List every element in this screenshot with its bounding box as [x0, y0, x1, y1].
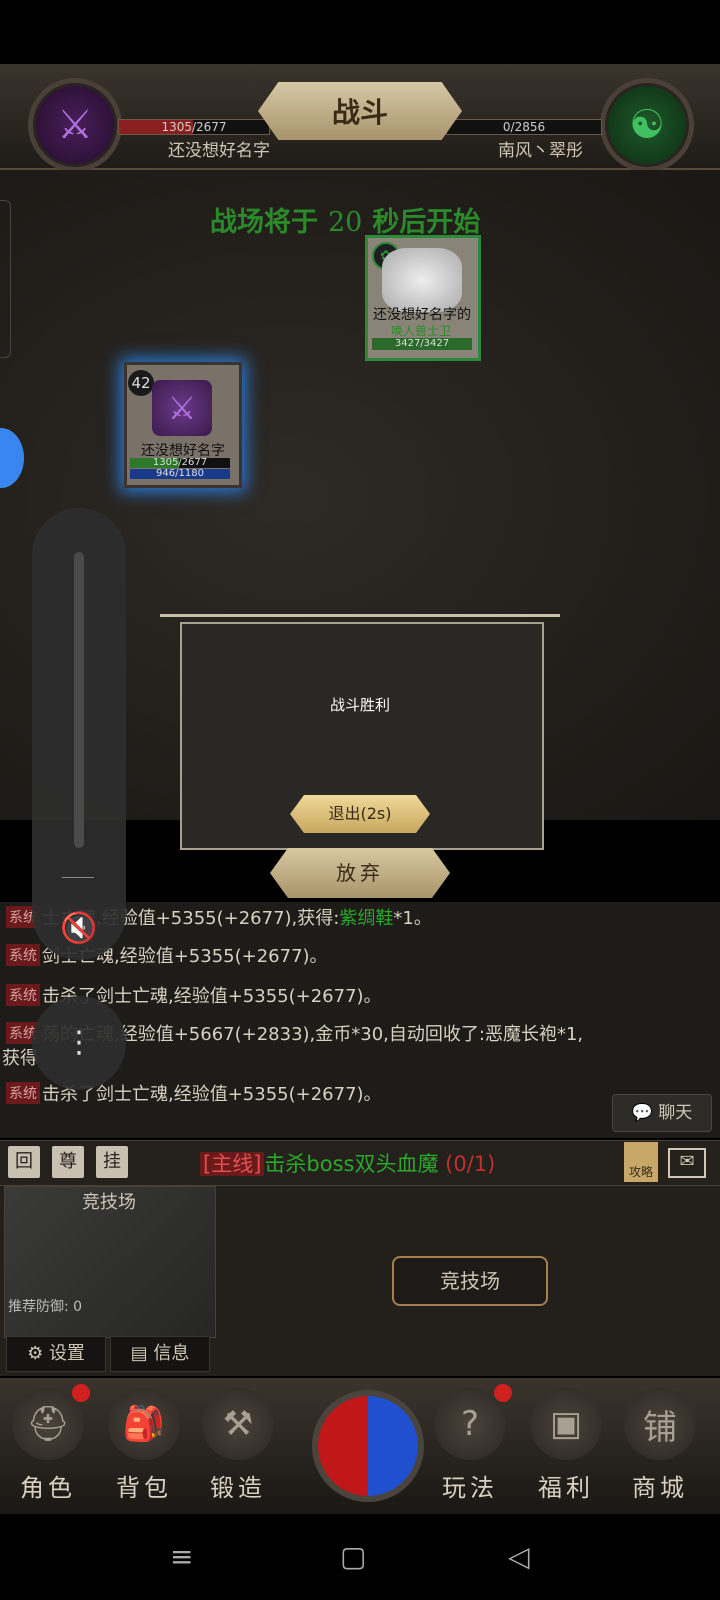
enemy-title: 唤人兽士卫	[390, 324, 451, 338]
sword-icon: ⚔	[57, 102, 93, 148]
player-hp-bar: 1305/2677	[118, 119, 270, 135]
player-card-hp-bar: 1305/2677	[130, 458, 230, 468]
player-card-mp-bar: 946/1180	[130, 469, 230, 479]
notification-dot	[494, 1384, 512, 1402]
mute-icon[interactable]: 🔇	[60, 910, 98, 948]
guide-icon[interactable]: 攻略	[624, 1142, 658, 1182]
more-options-icon[interactable]: ⋮	[32, 996, 126, 1090]
anvil-icon: ⚒	[202, 1388, 274, 1460]
return-button[interactable]: 回	[8, 1146, 40, 1178]
center-orb-button[interactable]	[312, 1390, 424, 1502]
recommended-defense: 推荐防御: 0	[8, 1299, 83, 1315]
mail-icon[interactable]: ✉	[668, 1148, 706, 1178]
exit-button[interactable]: 退出(2s)	[290, 795, 430, 833]
enemy-name: 还没想好名字的	[373, 307, 471, 323]
document-icon: ▤	[130, 1343, 148, 1364]
result-message: 战斗胜利	[329, 696, 390, 714]
enemy-portrait	[382, 248, 462, 312]
info-button[interactable]: ▤ 信息	[110, 1336, 210, 1372]
opponent-avatar[interactable]: ☯	[600, 78, 694, 172]
back-icon[interactable]: ◁	[508, 1540, 530, 1573]
dialog-ornament	[160, 614, 560, 633]
nav-shop[interactable]: 铺商城	[620, 1388, 700, 1508]
player-avatar[interactable]: ⚔	[28, 78, 122, 172]
chat-button[interactable]: 💬 聊天	[612, 1094, 712, 1132]
nav-bag[interactable]: 🎒 背包	[104, 1388, 184, 1508]
chest-icon: ▣	[530, 1388, 602, 1460]
page-title: 战斗	[258, 82, 462, 140]
sword-icon: ⚔	[152, 380, 212, 436]
recents-icon[interactable]: ≡	[170, 1540, 193, 1573]
opponent-hp-bar: 0/2856	[446, 119, 602, 135]
nav-forge[interactable]: ⚒ 锻造	[198, 1388, 278, 1508]
player-level-badge: 42	[128, 370, 154, 396]
side-handle[interactable]	[0, 200, 11, 358]
chat-bubble-icon: 💬	[631, 1103, 653, 1123]
battle-countdown: 战场将于 20 秒后开始	[210, 207, 481, 238]
volume-slider[interactable]	[74, 552, 84, 848]
enemy-hp-bar: 3427/3427	[372, 338, 472, 350]
arena-button[interactable]: 竞技场	[392, 1256, 548, 1306]
home-icon[interactable]: ▢	[340, 1540, 366, 1573]
bag-icon: 🎒	[108, 1388, 180, 1460]
volume-divider	[62, 877, 94, 878]
idle-button[interactable]: 挂	[96, 1146, 128, 1178]
shop-icon: 铺	[624, 1388, 696, 1460]
nav-role[interactable]: ⛑ 角色	[8, 1384, 90, 1508]
status-bar	[0, 0, 720, 64]
player-name: 还没想好名字	[168, 141, 270, 161]
settings-button[interactable]: ⚙ 设置	[6, 1336, 106, 1372]
opponent-name: 南风丶翠彤	[498, 141, 583, 161]
nav-welfare[interactable]: ▣ 福利	[526, 1388, 606, 1508]
honor-button[interactable]: 尊	[52, 1146, 84, 1178]
quest-tracker[interactable]: [主线] 击杀boss双头血魔 (0/1)	[200, 1148, 495, 1178]
minimap-title: 竞技场	[82, 1192, 136, 1213]
abandon-button[interactable]: 放弃	[270, 848, 450, 898]
notification-dot	[72, 1384, 90, 1402]
gear-icon: ⚙	[27, 1343, 44, 1364]
nav-gameplay[interactable]: ? 玩法	[430, 1384, 512, 1508]
yin-yang-icon: ☯	[629, 102, 665, 148]
